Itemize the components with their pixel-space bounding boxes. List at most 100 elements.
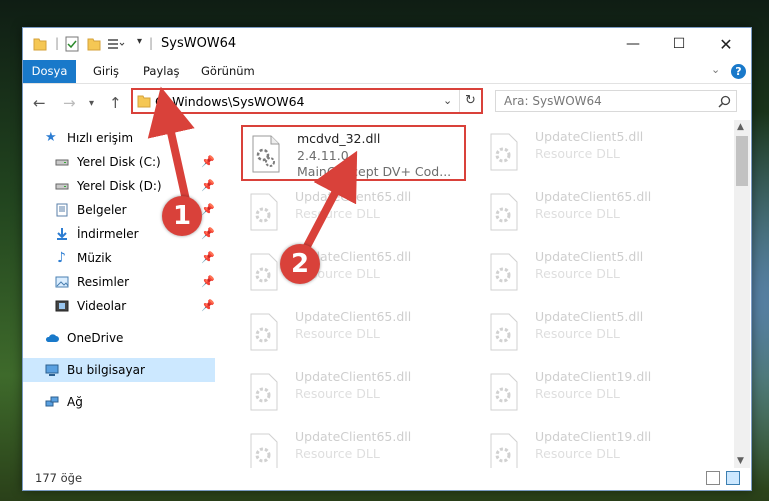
file-type: Resource DLL (535, 266, 620, 281)
sidebar-item-disk-d[interactable]: Yerel Disk (D:) 📌 (23, 174, 215, 198)
customize-toolbar-icon[interactable] (107, 36, 125, 52)
pictures-icon (55, 276, 69, 288)
maximize-button[interactable]: ☐ (656, 28, 702, 60)
file-name: UpdateClient5.dll (535, 129, 644, 144)
title-bar: | ▾ | SysWOW64 — ☐ ✕ (23, 28, 751, 60)
drive-icon (55, 159, 69, 166)
address-dropdown-icon[interactable]: ⌄ (443, 94, 452, 107)
file-item[interactable]: UpdateClient5.dll Resource DLL (481, 305, 706, 361)
address-bar[interactable]: C:\Windows\SysWOW64 ⌄ ↻ (131, 88, 483, 114)
scroll-down-icon[interactable]: ▼ (737, 456, 744, 466)
file-name: UpdateClient19.dll (535, 429, 652, 444)
address-path[interactable]: C:\Windows\SysWOW64 (155, 94, 304, 109)
star-icon: ★ (45, 130, 57, 145)
folder-icon (137, 95, 151, 108)
file-type: Resource DLL (295, 326, 380, 341)
sidebar-item-music[interactable]: ♪ Müzik 📌 (23, 246, 215, 270)
sidebar-item-videos[interactable]: Videolar 📌 (23, 294, 215, 318)
close-button[interactable]: ✕ (703, 28, 749, 60)
sidebar-item-label: Yerel Disk (C:) (77, 155, 161, 169)
file-item-highlighted[interactable]: mcdvd_32.dll 2.4.11.0 MainConcept DV+ Co… (241, 125, 466, 181)
back-arrow-icon[interactable]: ← (33, 94, 46, 112)
pin-icon[interactable]: 📌 (201, 174, 215, 198)
file-type: Resource DLL (295, 446, 380, 461)
tab-paylas[interactable]: Paylaş (143, 60, 180, 83)
file-name: UpdateClient65.dll (295, 189, 412, 204)
file-type: Resource DLL (295, 206, 380, 221)
help-icon[interactable]: ? (731, 64, 746, 79)
dll-file-icon (250, 193, 278, 231)
refresh-icon[interactable]: ↻ (465, 93, 476, 108)
videos-icon (55, 300, 69, 312)
qa-dropdown-icon[interactable]: ▾ (137, 36, 142, 52)
folder-icon[interactable] (33, 36, 47, 52)
sidebar-item-quick-access[interactable]: ★ Hızlı erişim (23, 126, 215, 150)
search-icon[interactable] (718, 95, 731, 108)
pin-icon[interactable]: 📌 (201, 246, 215, 270)
sidebar-item-label: Belgeler (77, 203, 127, 217)
file-explorer-window: | ▾ | SysWOW64 — ☐ ✕ Dosya Giriş Paylaş … (22, 27, 752, 491)
sidebar-item-label: Resimler (77, 275, 130, 289)
network-icon (45, 396, 59, 407)
file-item[interactable]: UpdateClient5.dll Resource DLL (481, 245, 706, 301)
pin-icon[interactable]: 📌 (201, 222, 215, 246)
properties-icon[interactable] (65, 36, 79, 52)
documents-icon (56, 203, 68, 217)
scroll-thumb[interactable] (736, 136, 748, 186)
sidebar-item-disk-c[interactable]: Yerel Disk (C:) 📌 (23, 150, 215, 174)
up-arrow-icon[interactable]: ↑ (109, 94, 122, 112)
computer-icon (45, 364, 59, 376)
tiles-view-icon[interactable] (726, 471, 740, 485)
file-item[interactable]: UpdateClient65.dll Resource DLL (481, 185, 706, 241)
pin-icon[interactable]: 📌 (201, 150, 215, 174)
dll-file-icon (490, 433, 518, 471)
sidebar-item-onedrive[interactable]: OneDrive (23, 326, 215, 350)
sidebar-item-label: OneDrive (67, 331, 124, 345)
file-item[interactable]: UpdateClient65.dll Resource DLL (241, 185, 466, 241)
file-name: UpdateClient19.dll (535, 369, 652, 384)
file-name: UpdateClient65.dll (295, 309, 412, 324)
dll-file-icon (490, 253, 518, 291)
tab-giris[interactable]: Giriş (93, 60, 119, 83)
file-type: Resource DLL (535, 446, 620, 461)
file-item[interactable]: UpdateClient19.dll Resource DLL (481, 365, 706, 421)
music-icon: ♪ (57, 250, 66, 266)
tab-gorunum[interactable]: Görünüm (201, 60, 255, 83)
dll-file-icon (252, 135, 280, 173)
file-name: UpdateClient5.dll (535, 249, 644, 264)
file-item[interactable]: UpdateClient65.dll Resource DLL (241, 305, 466, 361)
scroll-up-icon[interactable]: ▲ (737, 122, 744, 132)
search-input[interactable]: Ara: SysWOW64 (495, 90, 737, 112)
sidebar-item-label: Ağ (67, 395, 83, 409)
dll-file-icon (490, 373, 518, 411)
pin-icon[interactable]: 📌 (201, 294, 215, 318)
tab-dosya[interactable]: Dosya (23, 60, 76, 83)
file-name: UpdateClient65.dll (535, 189, 652, 204)
file-type: Resource DLL (535, 386, 620, 401)
sidebar-item-label: Müzik (77, 251, 112, 265)
step-1-callout: 1 (162, 196, 202, 236)
sidebar-item-network[interactable]: Ağ (23, 390, 215, 414)
pin-icon[interactable]: 📌 (201, 270, 215, 294)
minimize-button[interactable]: — (610, 28, 656, 60)
separator: | (55, 36, 60, 50)
file-item[interactable]: UpdateClient65.dll Resource DLL (241, 245, 466, 301)
window-title: SysWOW64 (161, 36, 237, 51)
expand-ribbon-icon[interactable]: ⌄ (711, 63, 720, 76)
dll-file-icon (250, 253, 278, 291)
details-view-icon[interactable] (706, 471, 720, 485)
sidebar-item-pictures[interactable]: Resimler 📌 (23, 270, 215, 294)
forward-arrow-icon[interactable]: → (63, 94, 76, 112)
pin-icon[interactable]: 📌 (201, 198, 215, 222)
file-item[interactable]: UpdateClient5.dll Resource DLL (481, 125, 706, 181)
file-item[interactable]: UpdateClient65.dll Resource DLL (241, 365, 466, 421)
new-folder-icon[interactable] (87, 36, 101, 52)
recent-locations-icon[interactable]: ▾ (89, 98, 94, 109)
sidebar-item-label: Yerel Disk (D:) (77, 179, 162, 193)
navigation-bar: ← → ▾ ↑ C:\Windows\SysWOW64 ⌄ ↻ Ara: Sys… (23, 84, 751, 120)
file-name: mcdvd_32.dll (297, 131, 381, 146)
status-bar: 177 öğe (23, 468, 751, 490)
vertical-scrollbar[interactable]: ▲ ▼ (734, 120, 750, 470)
sidebar-item-this-pc[interactable]: Bu bilgisayar (23, 358, 215, 382)
separator: | (149, 36, 154, 50)
